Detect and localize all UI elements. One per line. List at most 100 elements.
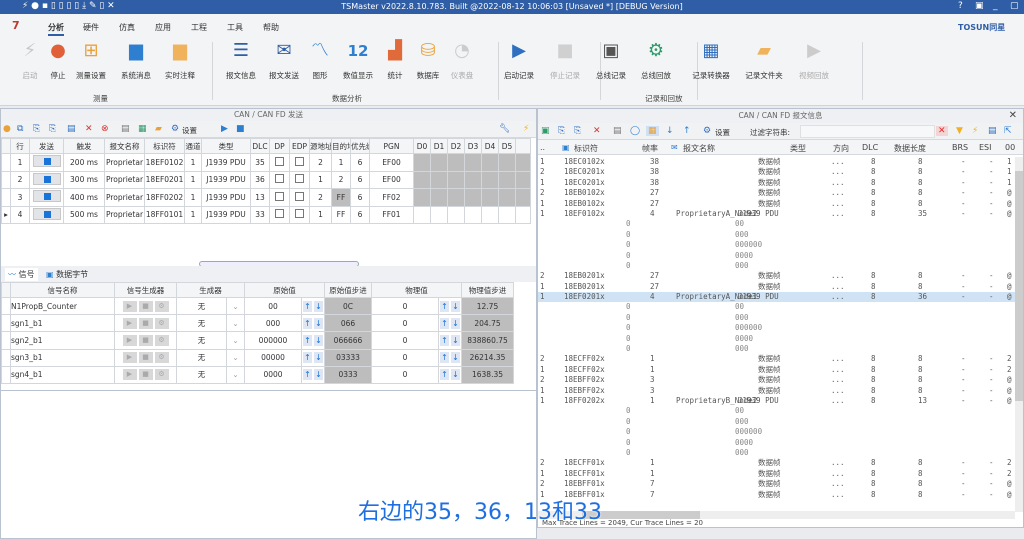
channel-cell[interactable]: 1 (184, 153, 202, 172)
raw-value-cell[interactable]: 000 (244, 314, 302, 333)
raw-value-cell[interactable]: 000000 (244, 331, 302, 350)
start-send-icon[interactable]: ▶ (221, 124, 228, 134)
minimize-button[interactable]: _ (993, 1, 998, 11)
arrow-down-icon[interactable]: ↓ (451, 317, 460, 329)
source-address-cell[interactable]: 2 (309, 188, 332, 207)
col-header[interactable]: 发送 (29, 138, 64, 154)
pause-icon[interactable]: ▣ (541, 126, 550, 136)
arrow-up-icon[interactable]: ↑ (440, 334, 449, 346)
data-byte-cell[interactable] (447, 153, 465, 172)
trace-row[interactable]: 1 18ECFF02x 1 数据帧... 8 8 - - 2 (538, 365, 1016, 375)
clone-icon[interactable]: ⎘ (574, 126, 581, 136)
col-header[interactable]: DLC (250, 138, 270, 154)
data-byte-cell[interactable] (515, 205, 531, 224)
trace-signal-row[interactable]: 0 0000 (538, 251, 1016, 261)
ribbon-button-converter[interactable]: ▦ 记录转换器 (689, 40, 733, 81)
destination-cell[interactable]: 1 (331, 153, 351, 172)
trace-signal-row[interactable]: 0 000000 (538, 240, 1016, 250)
data-byte-cell[interactable] (464, 170, 482, 189)
arrow-down-icon[interactable]: ↓ (314, 334, 323, 346)
trace-signal-row[interactable]: 0 000000 (538, 427, 1016, 437)
table-row[interactable]: ▸ 4 500 ms Proprietar 18FF0101 1 J1939 PDU 33 1 F… (1, 205, 531, 224)
duplicate-icon[interactable]: ⎘ (33, 124, 40, 134)
col-d0[interactable]: 00 (1005, 143, 1015, 152)
data-byte-cell[interactable] (481, 170, 499, 189)
stop-icon[interactable]: ■ (138, 334, 153, 346)
physical-value-cell[interactable]: 0 (371, 348, 439, 367)
table-row[interactable]: 1 200 ms Proprietar 18EF0102 1 J1939 PDU 35 2 1 6… (1, 153, 531, 172)
arrow-up-icon[interactable]: ↑ (303, 369, 312, 381)
filter-icon[interactable]: ▼ (956, 126, 963, 136)
folder-icon[interactable]: ▰ (155, 124, 162, 134)
trace-row[interactable]: 1 18EC0201x 38 数据帧... 8 8 - - 1 (538, 178, 1016, 188)
restore-layout-button[interactable]: ▣ (975, 1, 984, 11)
send-button[interactable] (32, 155, 61, 168)
col-header[interactable]: D0 (413, 138, 431, 154)
play-icon[interactable]: ▶ (122, 317, 137, 329)
data-byte-cell[interactable] (481, 153, 499, 172)
priority-cell[interactable]: 6 (350, 205, 370, 224)
col-header[interactable]: D1 (430, 138, 448, 154)
col-identifier[interactable]: 标识符 (574, 143, 598, 154)
arrow-up-icon[interactable]: ↑ (303, 334, 312, 346)
arrow-up-icon[interactable]: ↑ (683, 126, 691, 136)
import-icon[interactable]: ▦ (138, 124, 147, 134)
data-byte-cell[interactable] (498, 205, 516, 224)
generator-select[interactable]: 无 (176, 314, 227, 333)
menu-help[interactable]: 帮助 (263, 22, 279, 33)
dlc-cell[interactable]: 35 (250, 153, 270, 172)
type-cell[interactable]: J1939 PDU (201, 153, 251, 172)
data-byte-cell[interactable] (447, 188, 465, 207)
col-header[interactable]: EDP (289, 138, 310, 154)
chevron-down-icon[interactable]: ⌄ (226, 365, 245, 384)
generator-select[interactable]: 无 (176, 365, 227, 384)
row-selector[interactable] (1, 331, 11, 350)
dp-checkbox[interactable] (275, 191, 284, 201)
raw-step-cell[interactable]: 0333 (324, 365, 372, 384)
col-header[interactable]: 原始值步进 (324, 282, 372, 298)
data-byte-cell[interactable] (413, 170, 431, 189)
col-dlc[interactable]: DLC (862, 143, 878, 152)
data-byte-cell[interactable] (464, 205, 482, 224)
priority-cell[interactable]: 6 (350, 153, 370, 172)
stop-icon[interactable]: ■ (138, 352, 153, 364)
trace-signal-row[interactable]: 0 0000 (538, 334, 1016, 344)
ribbon-button-message[interactable]: ▆ 系统消息 (114, 40, 158, 81)
col-header[interactable]: 优先级 (350, 138, 370, 154)
table-view-icon[interactable]: ▤ (121, 124, 130, 134)
window-icon[interactable]: ▤ (613, 126, 622, 136)
pgn-cell[interactable]: FF02 (369, 188, 414, 207)
pgn-cell[interactable]: EF00 (369, 153, 414, 172)
identifier-cell[interactable]: 18EF0102 (144, 153, 185, 172)
row-selector[interactable] (1, 170, 11, 189)
chevron-down-icon[interactable]: ⌄ (226, 296, 245, 316)
physical-step-cell[interactable]: 838860.75 (461, 331, 514, 350)
pgn-cell[interactable]: FF01 (369, 205, 414, 224)
data-byte-cell[interactable] (447, 170, 465, 189)
stop-icon[interactable]: ■ (138, 300, 153, 312)
horizontal-scrollbar[interactable] (538, 511, 1015, 519)
overwrite-mode-icon[interactable]: ▦ (646, 126, 659, 136)
vertical-scrollbar[interactable] (1015, 157, 1023, 512)
scrollbar-thumb[interactable] (1015, 171, 1023, 401)
col-header[interactable]: 物理值步进 (461, 282, 514, 298)
channel-cell[interactable]: 1 (184, 188, 202, 207)
priority-cell[interactable]: 6 (350, 170, 370, 189)
gear-icon[interactable]: ⚙ (703, 126, 711, 136)
gear-icon[interactable]: ⚙ (154, 300, 169, 312)
data-byte-cell[interactable] (498, 153, 516, 172)
ribbon-button-play[interactable]: ▶ 启动记录 (497, 40, 541, 81)
trace-signal-row[interactable]: 0 000 (538, 448, 1016, 458)
chevron-down-icon[interactable]: ⌄ (226, 331, 245, 350)
clear-filter-icon[interactable]: ✕ (936, 126, 948, 136)
data-byte-cell[interactable] (515, 188, 531, 207)
generator-select[interactable]: 无 (176, 348, 227, 367)
arrow-down-icon[interactable]: ↓ (314, 352, 323, 364)
export-icon[interactable]: ▤ (988, 126, 997, 136)
physical-value-cell[interactable]: 0 (371, 365, 439, 384)
trigger-cell[interactable]: 400 ms (63, 188, 105, 207)
data-byte-cell[interactable] (515, 153, 531, 172)
source-address-cell[interactable]: 1 (309, 170, 332, 189)
source-address-cell[interactable]: 1 (309, 205, 332, 224)
trace-row[interactable]: 1 18EF0102x 4 ProprietaryA_Node2 J1939 PDU..… (538, 209, 1016, 219)
